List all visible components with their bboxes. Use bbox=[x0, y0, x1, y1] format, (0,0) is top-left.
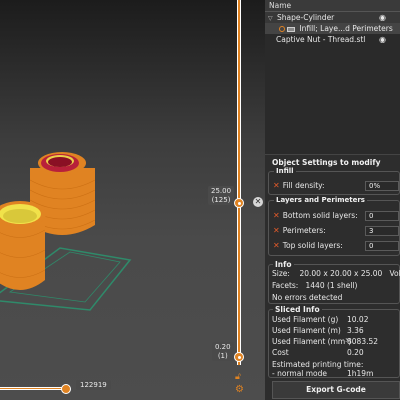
size-value: 20.00 x 20.00 x 25.00 bbox=[299, 269, 383, 278]
fill-density-row: ✕ Fill density: bbox=[273, 180, 325, 191]
sliced-info-title: Sliced Info bbox=[273, 305, 322, 314]
upper-layer-height: 25.00 bbox=[211, 187, 232, 195]
remove-setting-icon[interactable]: ✕ bbox=[273, 226, 280, 235]
fill-density-input[interactable]: 0% bbox=[365, 181, 399, 191]
facets-label: Facets: bbox=[272, 281, 299, 290]
normal-mode-value: 1h19m bbox=[347, 369, 374, 378]
modifier-label: Infill; Laye...d Perimeters bbox=[299, 24, 393, 33]
remove-setting-icon[interactable]: ✕ bbox=[273, 211, 280, 220]
remove-setting-icon[interactable]: ✕ bbox=[273, 241, 280, 250]
horizontal-slider-value: 122919 bbox=[76, 380, 111, 390]
settings-group-icon bbox=[287, 26, 295, 32]
horizontal-move-slider[interactable] bbox=[0, 387, 66, 390]
close-icon[interactable]: ✕ bbox=[253, 197, 263, 207]
top-solid-layers-row: ✕ Top solid layers: bbox=[273, 240, 343, 251]
object-settings-title: Object Settings to modify bbox=[270, 158, 383, 167]
lower-layer-height: 0.20 bbox=[215, 343, 231, 351]
vertical-layer-slider[interactable] bbox=[237, 0, 241, 365]
perimeters-label: Perimeters: bbox=[282, 226, 326, 235]
info-section: Info Size: 20.00 x 20.00 x 25.00 Volume:… bbox=[268, 260, 400, 304]
bottom-solid-layers-label: Bottom solid layers: bbox=[282, 211, 358, 220]
layers-perimeters-group: Layers and Perimeters ✕ Bottom solid laye… bbox=[268, 196, 400, 256]
filament-m-value: 3.36 bbox=[347, 326, 364, 335]
export-gcode-button[interactable]: Export G-code bbox=[272, 381, 400, 399]
lower-layer-label: 0.20 (1) bbox=[212, 342, 234, 361]
perimeters-input[interactable]: 3 bbox=[365, 226, 399, 236]
remove-setting-icon[interactable]: ✕ bbox=[273, 181, 280, 190]
upper-layer-index: (125) bbox=[211, 195, 231, 204]
infill-group: Infill ✕ Fill density: 0% bbox=[268, 167, 400, 195]
top-solid-layers-label: Top solid layers: bbox=[282, 241, 343, 250]
size-label: Size: bbox=[272, 269, 290, 278]
column-header-name[interactable]: Name bbox=[265, 0, 400, 12]
volume-label: Volume: bbox=[389, 269, 400, 278]
cost-label: Cost bbox=[272, 348, 289, 357]
errors-line: No errors detected bbox=[272, 293, 343, 302]
object-label: Shape-Cylinder bbox=[277, 13, 335, 22]
3d-viewport[interactable]: 25.00 (125) ✕ 0.20 (1) 🔓︎ ⚙ 122919 bbox=[0, 0, 265, 400]
object-row-modifier[interactable]: Infill; Laye...d Perimeters bbox=[265, 23, 400, 34]
right-sidebar: Name ▽ Shape-Cylinder ◉ Infill; Laye...d… bbox=[265, 0, 400, 400]
lower-layer-index: (1) bbox=[217, 351, 228, 360]
object-row-captive-nut[interactable]: Captive Nut - Thread.stl ◉ bbox=[265, 34, 400, 45]
object-list: Name ▽ Shape-Cylinder ◉ Infill; Laye...d… bbox=[265, 0, 400, 155]
cog-icon[interactable]: ⚙ bbox=[235, 384, 244, 395]
size-line: Size: 20.00 x 20.00 x 25.00 Volume: 785 bbox=[272, 269, 400, 279]
object-label: Captive Nut - Thread.stl bbox=[276, 35, 366, 44]
perimeters-row: ✕ Perimeters: bbox=[273, 225, 326, 236]
filament-mm3-value: 8083.52 bbox=[347, 337, 379, 346]
filament-m-label: Used Filament (m) bbox=[272, 326, 341, 335]
facets-line: Facets: 1440 (1 shell) bbox=[272, 281, 357, 291]
upper-layer-thumb[interactable] bbox=[234, 198, 244, 208]
upper-layer-label: 25.00 (125) bbox=[208, 186, 235, 205]
cylinder-front bbox=[0, 201, 46, 290]
cost-value: 0.20 bbox=[347, 348, 364, 357]
filament-g-value: 10.02 bbox=[347, 315, 369, 324]
horizontal-slider-thumb[interactable] bbox=[61, 384, 71, 394]
info-title: Info bbox=[273, 260, 294, 269]
fill-density-label: Fill density: bbox=[282, 181, 325, 190]
facets-value: 1440 (1 shell) bbox=[305, 281, 358, 290]
eye-icon[interactable]: ◉ bbox=[379, 34, 386, 45]
modifier-icon bbox=[279, 26, 285, 32]
object-row-shape-cylinder[interactable]: ▽ Shape-Cylinder ◉ bbox=[265, 12, 400, 23]
infill-group-title: Infill bbox=[274, 167, 296, 175]
bottom-solid-layers-row: ✕ Bottom solid layers: bbox=[273, 210, 358, 221]
lower-layer-thumb[interactable] bbox=[234, 352, 244, 362]
chevron-down-icon[interactable]: ▽ bbox=[268, 15, 273, 22]
normal-mode-label: - normal mode bbox=[272, 369, 328, 378]
filament-g-label: Used Filament (g) bbox=[272, 315, 339, 324]
eye-icon[interactable]: ◉ bbox=[379, 12, 386, 23]
layers-perimeters-title: Layers and Perimeters bbox=[274, 196, 367, 204]
bottom-solid-layers-input[interactable]: 0 bbox=[365, 211, 399, 221]
sliced-info-section: Sliced Info Used Filament (g) 10.02 Used… bbox=[268, 305, 400, 378]
lock-icon[interactable]: 🔓︎ bbox=[235, 372, 241, 382]
filament-mm3-label: Used Filament (mm³) bbox=[272, 337, 352, 346]
top-solid-layers-input[interactable]: 0 bbox=[365, 241, 399, 251]
